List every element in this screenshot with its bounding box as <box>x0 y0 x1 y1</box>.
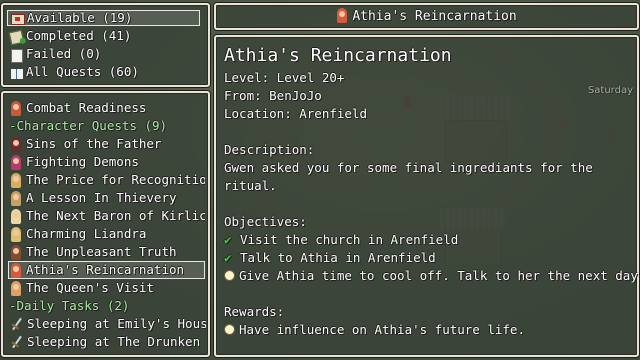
task-item-sleeping-drunken[interactable]: Sleeping at The Drunken <box>10 333 206 351</box>
day-indicator: Saturday <box>587 85 633 96</box>
quest-item-fighting-demons[interactable]: Fighting Demons <box>9 153 205 171</box>
open-book-icon <box>9 65 24 80</box>
reward-bullet-icon <box>224 324 235 335</box>
task-item-sleeping-emilys-house[interactable]: Sleeping at Emily's Hous <box>10 315 206 333</box>
quest-level: Level: Level 20+ <box>224 70 345 85</box>
category-available[interactable]: Available (19) <box>7 10 200 26</box>
objective-item: ✔ Talk to Athia in Arenfield <box>224 249 436 267</box>
page-icon <box>9 47 23 63</box>
quest-label: The Price for Recognitio <box>26 172 205 187</box>
quest-label: The Queen's Visit <box>26 280 154 295</box>
checkmark-icon: ✔ <box>224 232 232 247</box>
category-failed[interactable]: Failed (0) <box>9 46 102 63</box>
portrait-icon <box>9 280 23 296</box>
description-label: Description: <box>224 142 315 157</box>
category-header-daily-tasks[interactable]: -Daily Tasks (2) <box>9 297 205 315</box>
portrait-icon <box>336 8 348 23</box>
objective-text: Talk to Athia in Arenfield <box>240 250 436 265</box>
rewards-label: Rewards: <box>224 304 285 319</box>
category-completed[interactable]: Completed (41) <box>8 28 132 46</box>
quest-label: Sins of the Father <box>26 136 162 151</box>
title-text: Athia's Reincarnation <box>352 9 517 24</box>
quest-title-bar: Athia's Reincarnation <box>214 3 639 30</box>
objectives-label: Objectives: <box>224 214 307 229</box>
window-title: Athia's Reincarnation <box>216 8 637 26</box>
green-scroll-icon <box>8 29 25 46</box>
description-line: Gwen asked you for some final ingrediant… <box>224 160 593 175</box>
category-label: Failed (0) <box>26 46 102 61</box>
objective-item: ✔ Visit the church in Arenfield <box>224 231 458 249</box>
quest-item-queens-visit[interactable]: The Queen's Visit <box>9 279 205 297</box>
quest-label: Athia's Reincarnation <box>26 262 185 277</box>
pending-bullet-icon <box>224 270 235 281</box>
portrait-icon <box>9 136 23 152</box>
category-label: Available (19) <box>27 10 133 25</box>
objective-text: Visit the church in Arenfield <box>240 232 459 247</box>
portrait-icon <box>9 226 23 242</box>
reward-item: Have influence on Athia's future life. <box>224 321 525 339</box>
portrait-icon <box>9 172 23 188</box>
quest-item-price-for-recognition[interactable]: The Price for Recognitio <box>9 171 205 189</box>
task-label: Sleeping at The Drunken <box>27 334 201 349</box>
quest-label: The Next Baron of Kirlic <box>26 208 205 223</box>
quest-label: Fighting Demons <box>26 154 139 169</box>
quest-giver: From: BenJoJo <box>224 88 322 103</box>
category-label: Completed (41) <box>26 28 132 43</box>
quest-category-window: Available (19) Completed (41) Failed (0)… <box>1 3 210 87</box>
quest-label: Combat Readiness <box>26 100 147 115</box>
quest-item-combat-readiness[interactable]: Combat Readiness <box>9 99 205 117</box>
sword-icon <box>10 334 24 350</box>
category-all-quests[interactable]: All Quests (60) <box>9 64 139 80</box>
category-label: All Quests (60) <box>26 64 139 79</box>
quest-location: Location: Arenfield <box>224 106 367 121</box>
task-label: Sleeping at Emily's Hous <box>27 316 206 331</box>
description-line: ritual. <box>224 178 277 193</box>
portrait-icon <box>9 244 23 260</box>
quest-item-charming-liandra[interactable]: Charming Liandra <box>9 225 205 243</box>
header-label: -Character Quests (9) <box>9 118 168 133</box>
quest-item-sins-of-the-father[interactable]: Sins of the Father <box>9 135 205 153</box>
quest-title: Athia's Reincarnation <box>224 45 452 66</box>
red-seal-scroll-icon <box>10 11 25 25</box>
quest-item-lesson-in-thievery[interactable]: A Lesson In Thievery <box>9 189 205 207</box>
objective-item: Give Athia time to cool off. Talk to her… <box>224 267 640 285</box>
quest-item-unpleasant-truth[interactable]: The Unpleasant Truth <box>9 243 205 261</box>
portrait-icon <box>9 100 23 116</box>
header-label: -Daily Tasks (2) <box>9 298 130 313</box>
category-header-character-quests[interactable]: -Character Quests (9) <box>9 117 205 135</box>
portrait-icon <box>9 154 23 170</box>
quest-label: Charming Liandra <box>26 226 147 241</box>
portrait-icon <box>9 262 23 278</box>
quest-detail-window: Athia's Reincarnation Level: Level 20+ F… <box>214 35 640 357</box>
objective-text: Give Athia time to cool off. Talk to her… <box>239 268 640 283</box>
portrait-icon <box>9 190 23 206</box>
quest-list-window: Combat Readiness -Character Quests (9) S… <box>1 91 210 357</box>
portrait-icon <box>9 208 23 224</box>
quest-item-athias-reincarnation[interactable]: Athia's Reincarnation <box>8 261 205 279</box>
reward-text: Have influence on Athia's future life. <box>239 322 525 337</box>
quest-label: The Unpleasant Truth <box>26 244 177 259</box>
sword-icon <box>10 316 24 332</box>
checkmark-icon: ✔ <box>224 250 232 265</box>
quest-item-next-baron-of-kirlic[interactable]: The Next Baron of Kirlic <box>9 207 205 225</box>
quest-label: A Lesson In Thievery <box>26 190 177 205</box>
